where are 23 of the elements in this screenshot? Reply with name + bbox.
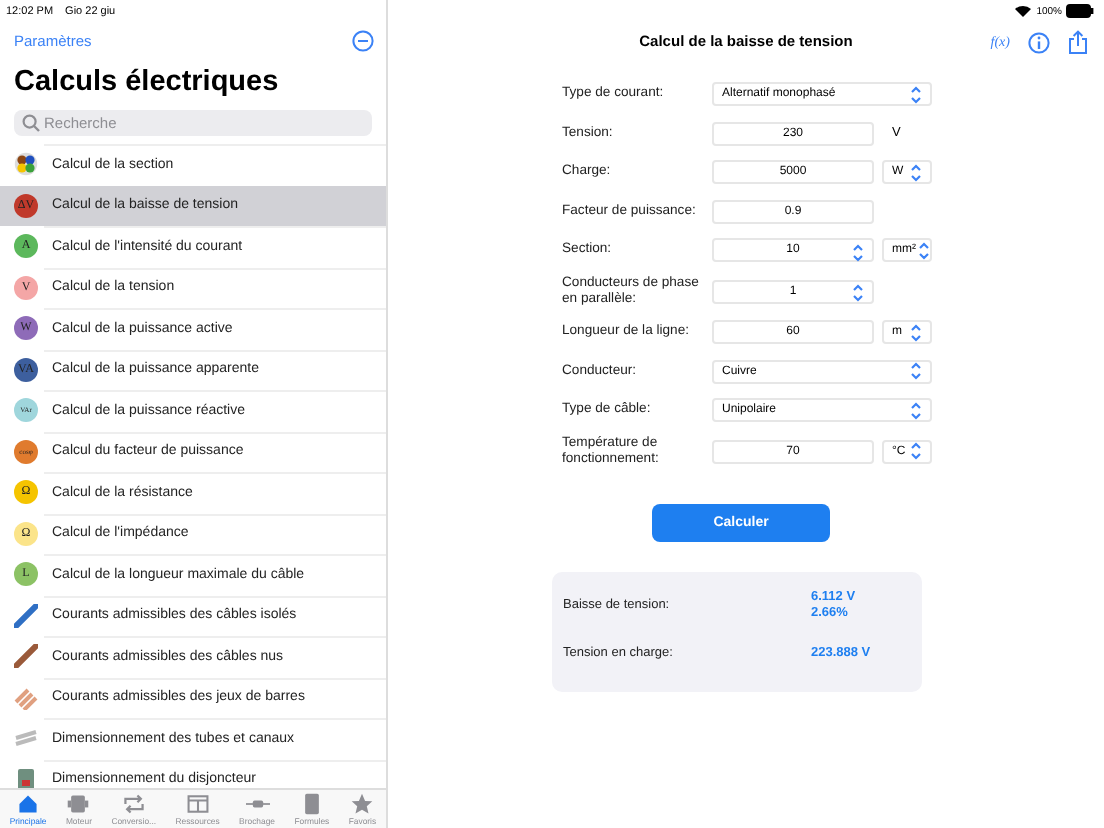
info-icon[interactable] (1028, 31, 1050, 53)
sidebar-title: Calculs électriques (12, 64, 281, 102)
wifi-icon (1014, 4, 1033, 18)
chevron-icon (850, 241, 866, 263)
chevron-icon (908, 399, 924, 421)
chevron-icon (908, 83, 924, 105)
table-icon (185, 792, 210, 816)
book-icon (299, 792, 324, 816)
star-icon (350, 792, 375, 816)
motor-icon (66, 792, 91, 816)
battery-icon (1066, 4, 1094, 18)
chevron-icon (916, 239, 932, 261)
search-icon (22, 114, 40, 132)
arrows-icon (121, 792, 146, 816)
chevron-icon (908, 321, 924, 343)
more-icon[interactable] (352, 30, 374, 52)
share-icon[interactable] (1068, 30, 1088, 54)
chevron-icon (908, 161, 924, 183)
chevron-icon (908, 360, 924, 382)
cable-section-icon (14, 152, 38, 177)
chevron-icon (850, 282, 866, 304)
house-icon (16, 792, 41, 816)
chevron-icon (908, 440, 924, 462)
